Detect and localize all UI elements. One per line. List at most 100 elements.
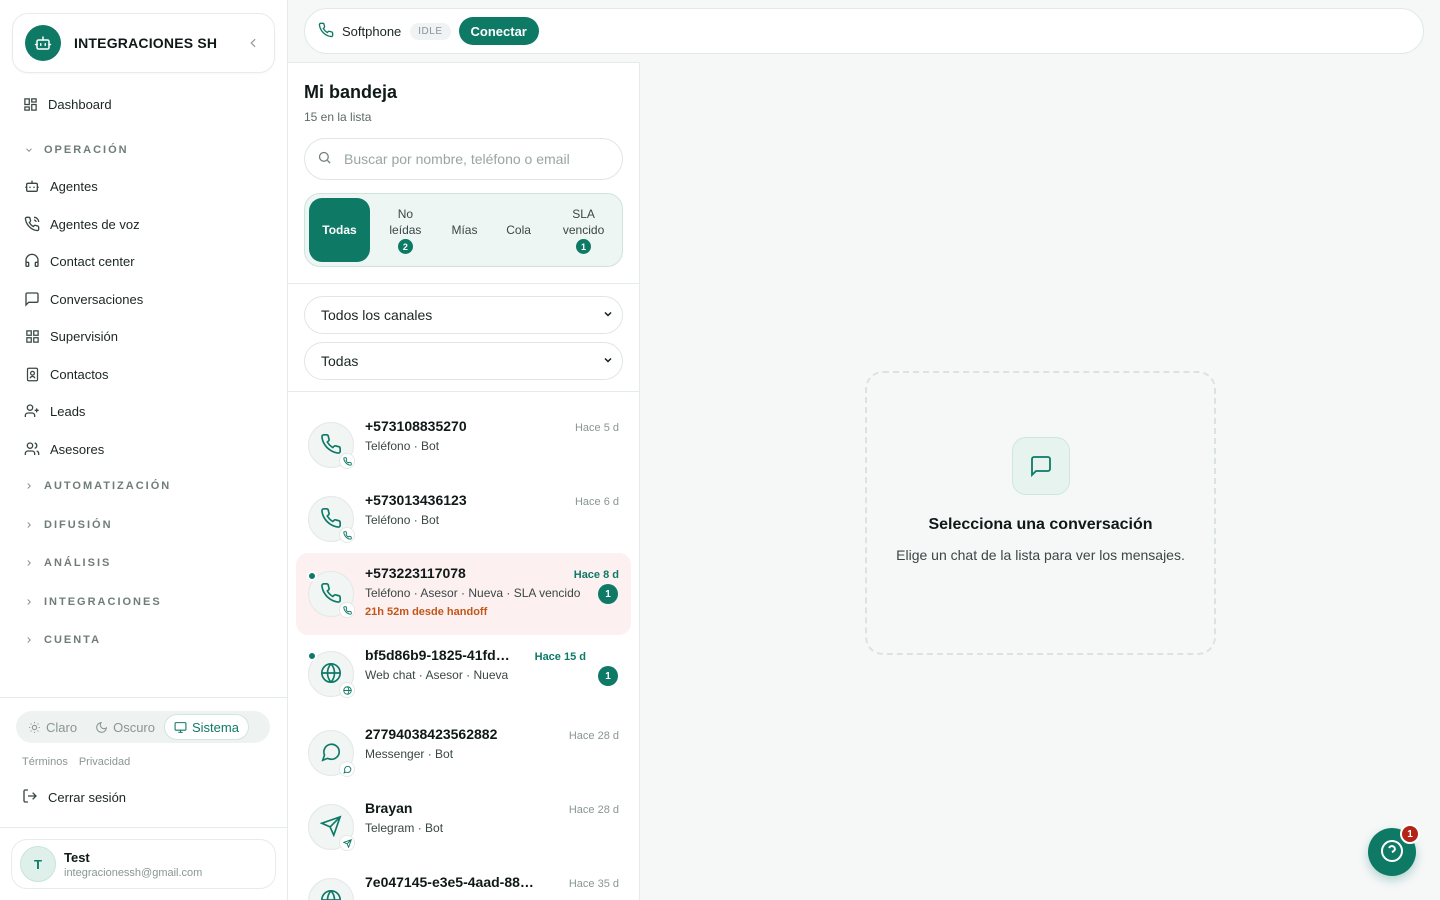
softphone-bar: Softphone IDLE Conectar	[304, 8, 1424, 54]
globe-icon	[320, 889, 342, 900]
channel-globe-icon	[339, 682, 355, 698]
legal-links: Términos Privacidad	[22, 756, 130, 768]
sidebar-item-label: Agentes de voz	[50, 216, 140, 232]
unread-dot	[307, 571, 317, 581]
status-select[interactable]: Todas	[304, 342, 623, 380]
sidebar-item-dashboard[interactable]: Dashboard	[14, 88, 270, 120]
sidebar-item-label: Supervisión	[50, 328, 118, 344]
section-label: DIFUSIÓN	[44, 519, 113, 531]
conversation-name: bf5d86b9-1825-41fd…	[365, 647, 510, 663]
tab-cola[interactable]: Cola	[492, 198, 545, 262]
conversation-item[interactable]: +573013436123 Hace 6 d Teléfono · Bot	[296, 480, 631, 562]
conversation-time: Hace 15 d	[534, 651, 586, 663]
chevron-down-icon	[602, 307, 614, 323]
conversation-name: +573108835270	[365, 418, 467, 434]
conversation-time: Hace 5 d	[574, 422, 619, 434]
conversation-time: Hace 6 d	[574, 496, 619, 508]
logout-label: Cerrar sesión	[48, 789, 127, 805]
channel-phone-icon	[339, 453, 355, 469]
sidebar-item-leads[interactable]: Leads	[16, 395, 272, 427]
conversation-item[interactable]: +573223117078 Hace 8 d Teléfono · Asesor…	[296, 553, 631, 635]
section-operacion[interactable]: OPERACIÓN	[16, 138, 129, 162]
sidebar-item-conversaciones[interactable]: Conversaciones	[16, 283, 272, 315]
divider	[0, 827, 287, 828]
section-label: AUTOMATIZACIÓN	[44, 480, 172, 492]
theme-light-button[interactable]: Claro	[19, 714, 86, 740]
theme-system-button[interactable]: Sistema	[163, 714, 249, 740]
channel-select[interactable]: Todos los canales	[304, 296, 623, 334]
conversation-item[interactable]: bf5d86b9-1825-41fd… Hace 15 d Web chat ·…	[296, 643, 631, 725]
user-email: integracionessh@gmail.com	[64, 866, 203, 879]
phone-icon	[318, 22, 334, 41]
globe-icon	[320, 662, 342, 687]
tab-no-leidas[interactable]: No leídas 2	[374, 198, 437, 262]
conversation-meta: Teléfono · Bot	[365, 513, 440, 527]
connect-button[interactable]: Conectar	[458, 17, 539, 45]
conversation-avatar	[308, 804, 355, 851]
empty-state-subtitle: Elige un chat de la lista para ver los m…	[896, 547, 1185, 563]
tab-todas[interactable]: Todas	[309, 198, 370, 262]
section-analisis[interactable]: ANÁLISIS	[16, 551, 111, 575]
sla-timer: 21h 52m desde handoff	[365, 606, 488, 618]
conversation-time: Hace 8 d	[573, 569, 619, 581]
privacy-link[interactable]: Privacidad	[79, 756, 130, 768]
conversation-item[interactable]: Brayan Hace 28 d Telegram · Bot	[296, 788, 631, 870]
conversation-time: Hace 28 d	[568, 804, 619, 816]
section-automatizacion[interactable]: AUTOMATIZACIÓN	[16, 474, 171, 498]
conversation-item[interactable]: +573108835270 Hace 5 d Teléfono · Bot	[296, 406, 631, 488]
chevron-left-icon[interactable]	[244, 34, 262, 52]
search-input[interactable]	[344, 151, 574, 167]
section-integraciones[interactable]: INTEGRACIONES	[16, 590, 162, 614]
conversation-name: +573223117078	[365, 565, 466, 581]
sidebar-item-asesores[interactable]: Asesores	[16, 433, 272, 465]
sidebar: INTEGRACIONES SH Dashboard OPERACIÓN Age…	[0, 0, 288, 900]
conversation-time: Hace 35 d	[568, 878, 619, 890]
grid-icon	[24, 328, 40, 344]
sidebar-item-label: Contact center	[50, 253, 135, 269]
messenger-icon	[320, 741, 342, 766]
sidebar-item-contact-center[interactable]: Contact center	[16, 245, 272, 277]
conversation-meta: Web chat · Asesor · Nueva	[365, 668, 509, 682]
tab-count-badge: 1	[576, 239, 592, 254]
empty-state-card: Selecciona una conversación Elige un cha…	[865, 371, 1216, 655]
filter-tabs: Todas No leídas 2 Mías Cola SLA vencido …	[304, 193, 623, 267]
section-label: ANÁLISIS	[44, 557, 112, 569]
users-icon	[24, 441, 40, 457]
sidebar-item-agentes-de-voz[interactable]: Agentes de voz	[16, 208, 272, 240]
theme-system-label: Sistema	[191, 719, 239, 735]
divider	[288, 391, 639, 392]
conversation-item[interactable]: 27794038423562882 Hace 28 d Messenger · …	[296, 714, 631, 796]
chevron-right-icon	[24, 479, 34, 494]
section-difusion[interactable]: DIFUSIÓN	[16, 513, 113, 537]
contact-book-icon	[24, 366, 40, 382]
sidebar-item-label: Conversaciones	[50, 291, 144, 307]
logout-button[interactable]: Cerrar sesión	[22, 786, 126, 808]
tab-sla-vencido[interactable]: SLA vencido 1	[549, 198, 618, 262]
logout-icon	[22, 788, 38, 807]
channel-messenger-icon	[339, 761, 355, 777]
channel-phone-icon	[339, 527, 355, 543]
conversation-item[interactable]: 7e047145-e3e5-4aad-88… Hace 35 d	[296, 862, 631, 900]
conversation-meta: Messenger · Bot	[365, 747, 454, 761]
user-info: Test integracionessh@gmail.com	[64, 850, 202, 879]
inbox-panel: Mi bandeja 15 en la lista Todas No leída…	[288, 62, 640, 900]
sidebar-item-label: Contactos	[50, 366, 109, 382]
tab-mias[interactable]: Mías	[441, 198, 488, 262]
terms-link[interactable]: Términos	[22, 756, 68, 768]
conversation-name: Brayan	[365, 800, 413, 816]
brand-card[interactable]: INTEGRACIONES SH	[12, 13, 275, 73]
channel-select-value: Todos los canales	[321, 307, 433, 323]
sidebar-item-agentes[interactable]: Agentes	[16, 170, 272, 202]
moon-icon	[95, 721, 108, 734]
theme-dark-button[interactable]: Oscuro	[86, 714, 164, 740]
sidebar-item-contactos[interactable]: Contactos	[16, 358, 272, 390]
sun-icon	[28, 721, 41, 734]
section-cuenta[interactable]: CUENTA	[16, 628, 101, 652]
search-box	[304, 138, 623, 180]
user-card[interactable]: T Test integracionessh@gmail.com	[11, 839, 276, 889]
page-title: Mi bandeja	[304, 82, 398, 102]
headset-icon	[24, 253, 40, 269]
channel-telegram-icon	[339, 835, 355, 851]
sidebar-item-supervision[interactable]: Supervisión	[16, 320, 272, 352]
tab-label: No leídas	[389, 207, 422, 237]
